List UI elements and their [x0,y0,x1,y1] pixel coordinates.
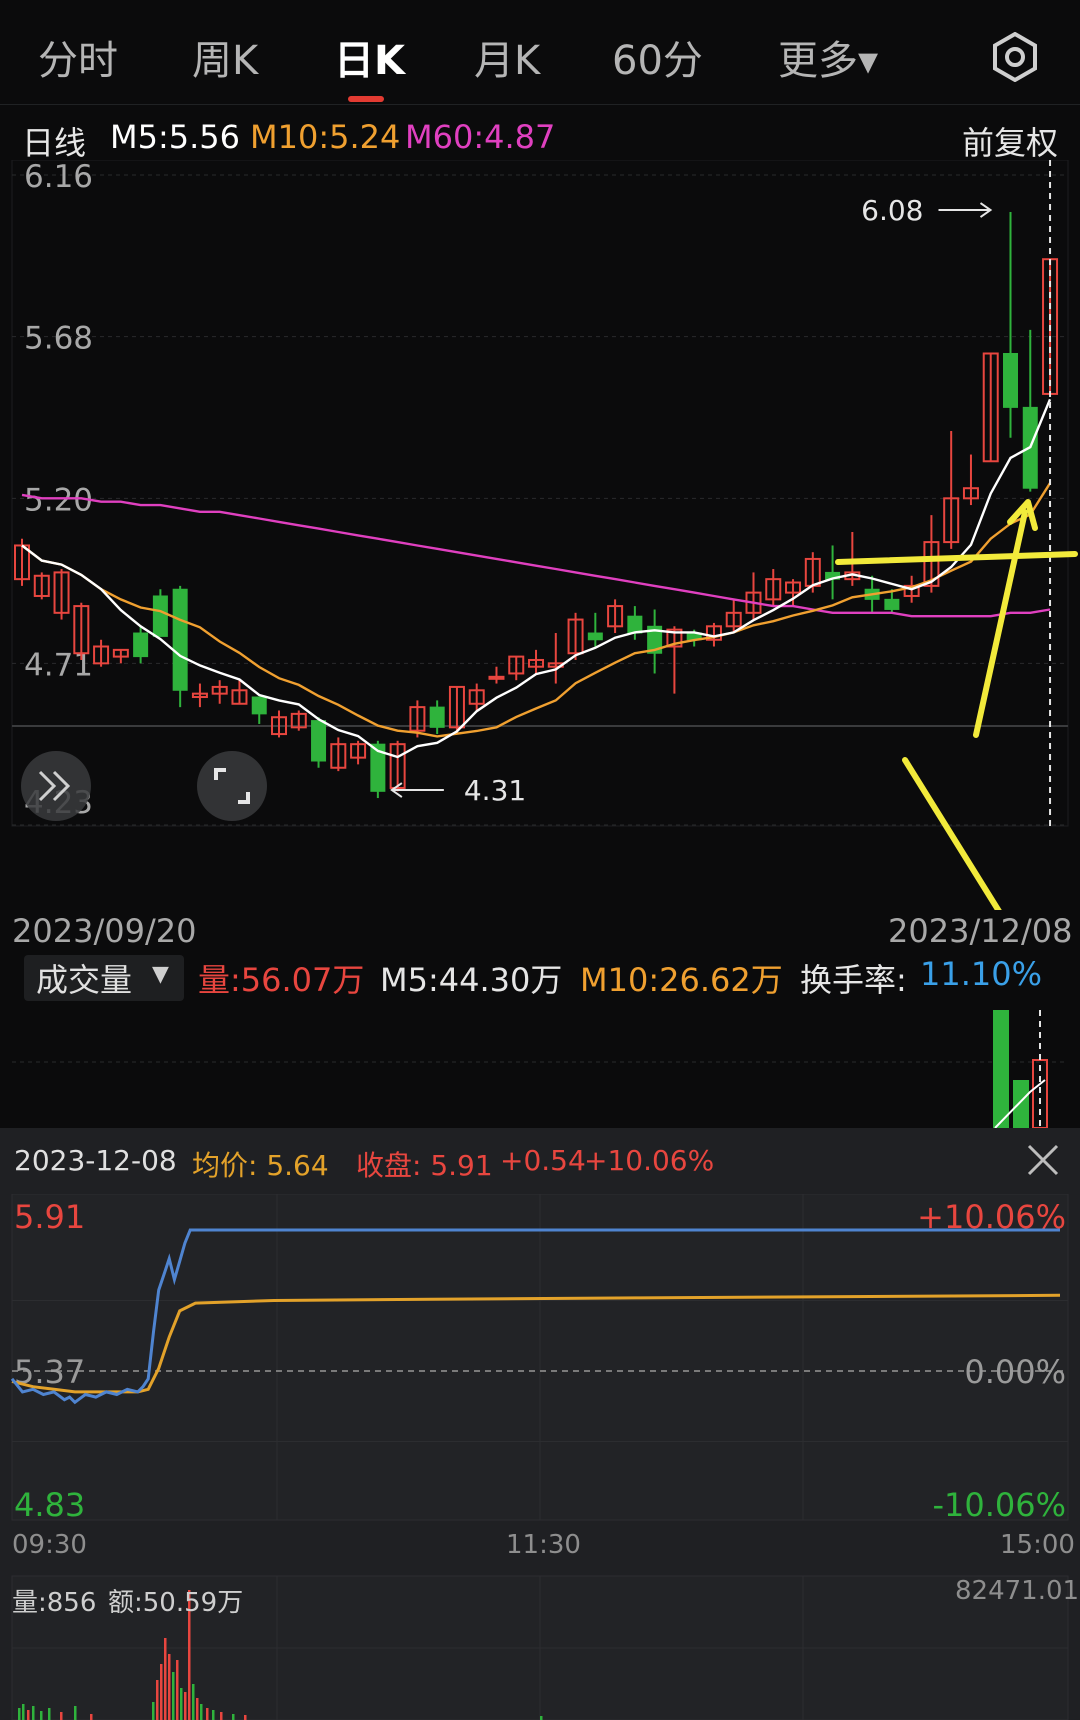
tab-weekly[interactable]: 周K [192,28,258,86]
intraday-panel: 2023-12-08 均价: 5.64 收盘: 5.91 +0.54 +10.0… [0,1128,1080,1720]
intraday-avg: 均价: 5.64 [192,1149,329,1182]
volume-bar [1013,1080,1029,1128]
intraday-volume-bar [32,1706,35,1720]
gear-icon[interactable] [990,32,1040,82]
intraday-volume-bar [22,1704,25,1720]
tab-60min[interactable]: 60分 [612,28,703,86]
volume-m10: M10:26.62万 [580,961,783,999]
intraday-price-low: 4.83 [14,1486,85,1524]
time-mid: 11:30 [506,1530,581,1560]
active-tab-indicator [348,96,384,102]
intraday-volume-bar [168,1654,171,1720]
ma5-line [21,398,1052,759]
arrow-left-icon [390,782,444,798]
y-axis-label: 5.20 [24,482,93,518]
intraday-volume-bar [160,1664,163,1720]
y-axis-label: 5.68 [24,321,93,357]
candle-body [133,632,149,658]
intraday-price-high: 5.91 [14,1198,85,1236]
intraday-pct-mid: 0.00% [964,1353,1066,1391]
intraday-volume-bar [164,1638,167,1720]
adjust-mode[interactable]: 前复权 [962,118,1058,164]
intraday-pct-low: -10.06% [932,1486,1066,1524]
intraday-volume: 量:856 [12,1588,97,1618]
annotation-arrow [902,757,1002,910]
fullscreen-button [197,751,267,821]
candle-body [587,632,603,641]
tab-daily[interactable]: 日K [334,28,405,86]
intraday-volume-bar [540,1716,543,1720]
close-icon[interactable] [1025,1142,1061,1178]
tab-fenshi[interactable]: 分时 [38,28,118,86]
intraday-volume-bar [156,1680,159,1720]
intraday-volume-bar [192,1684,195,1720]
ma10-value: M10:5.24 [250,118,401,156]
intraday-volume-bar [212,1710,215,1720]
intraday-close: 收盘: 5.91 [356,1149,493,1182]
ma60-value: M60:4.87 [405,118,556,156]
chevron-down-icon: ▼ [152,962,169,987]
end-date: 2023/12/08 [888,912,1073,950]
intraday-volume-bar [18,1708,21,1720]
candle-body [311,720,327,762]
candle-body [627,615,643,634]
intraday-volume-bar [200,1704,203,1720]
volume-selector-label: 成交量 [36,961,133,999]
intraday-volume-bar [176,1660,179,1720]
intraday-volume-bar [27,1710,30,1720]
intraday-volume-bar [74,1706,77,1720]
intraday-change: +0.54 [500,1144,586,1177]
time-end: 15:00 [1000,1530,1075,1560]
intraday-volume-bar [184,1692,187,1720]
candle-body [488,675,505,680]
period-tabs: 分时 周K 日K 月K 60分 更多▾ [0,0,1080,105]
start-date: 2023/09/20 [12,912,197,950]
intraday-date: 2023-12-08 [14,1144,177,1177]
candle-body [251,696,267,715]
candle-body [429,706,445,728]
high-price-label: 6.08 [861,194,923,227]
arrow-right-icon [938,202,993,218]
intraday-volume-bar [40,1711,43,1720]
intraday-volume-bar [196,1698,199,1720]
low-price-label: 4.31 [464,774,526,807]
y-axis-label: 6.16 [24,160,93,195]
intraday-volume-bar [220,1712,223,1720]
intraday-volume-bar [206,1708,209,1720]
candlestick-chart[interactable]: 6.165.685.204.714.236.084.31 [0,160,1080,910]
volume-chart [12,1010,1068,1128]
intraday-amount: 额:50.59万 [108,1588,244,1618]
volume-m5: M5:44.30万 [380,961,563,999]
intraday-volume-bar [48,1708,51,1720]
intraday-volume-bar [180,1688,183,1720]
candle-body [172,588,188,691]
intraday-volume-bar [244,1715,247,1720]
annotation-line [835,551,1078,565]
tab-more[interactable]: 更多▾ [778,28,878,86]
tab-monthly[interactable]: 月K [474,28,540,86]
intraday-volume-bar [90,1714,93,1720]
turnover-value: 11.10% [920,955,1043,993]
candle-body [152,595,168,637]
period-label: 日线 [22,124,87,162]
ma5-value: M5:5.56 [110,118,240,156]
volume-bar [993,1010,1009,1128]
intraday-volume-bar [152,1702,155,1720]
intraday-pct: +10.06% [584,1144,715,1177]
intraday-volume-bar [232,1714,235,1720]
candle-body [1003,352,1018,408]
intraday-vol-max: 82471.01 [955,1576,1080,1606]
intraday-volume-bar [172,1672,175,1720]
candle-body [884,598,900,610]
turnover-label: 换手率: [800,961,907,999]
intraday-volume-bar [60,1712,63,1720]
volume-value: 量:56.07万 [198,961,365,999]
time-start: 09:30 [12,1530,87,1560]
